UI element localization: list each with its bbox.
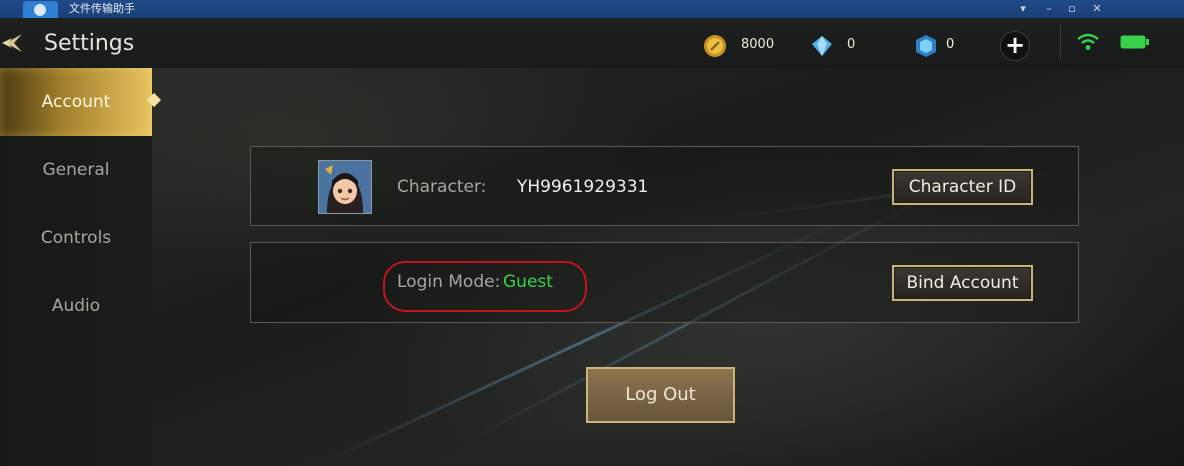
wifi-icon <box>1077 33 1099 50</box>
tab-label: Account <box>41 92 111 112</box>
diamond-icon <box>812 36 832 56</box>
window-titlebar: 文件传输助手 ▾ – ▫ ✕ <box>0 0 1184 18</box>
window-title: 文件传输助手 <box>69 2 135 15</box>
login-panel: Login Mode: Guest Bind Account <box>250 242 1079 323</box>
tab-account[interactable]: Account <box>0 68 152 136</box>
character-label: Character: <box>397 177 487 197</box>
gold-amount: 8000 <box>741 37 775 52</box>
logout-button-label: Log Out <box>625 384 696 405</box>
character-panel: Character: YH9961929331 Character ID <box>250 146 1079 226</box>
tab-label: Controls <box>40 228 112 248</box>
bind-account-button-label: Bind Account <box>906 273 1019 293</box>
close-icon[interactable]: ✕ <box>1088 1 1106 17</box>
top-bar: Settings 8000 0 0 + <box>0 18 1184 68</box>
gold-coin-icon <box>704 35 726 57</box>
character-avatar <box>318 160 372 214</box>
divider <box>1060 24 1061 60</box>
tab-general[interactable]: General <box>0 136 152 204</box>
logout-button[interactable]: Log Out <box>586 367 735 423</box>
highlight-circle <box>383 261 587 312</box>
minimize-icon[interactable]: – <box>1040 1 1058 17</box>
game-screen: Settings 8000 0 0 + Account General Cont… <box>0 18 1184 466</box>
app-icon <box>23 1 58 18</box>
battery-icon <box>1120 35 1149 49</box>
top-up-button[interactable]: + <box>1000 31 1030 61</box>
dropdown-icon[interactable]: ▾ <box>1014 1 1032 17</box>
character-id-button[interactable]: Character ID <box>892 169 1033 205</box>
tab-controls[interactable]: Controls <box>0 204 152 272</box>
character-value: YH9961929331 <box>517 177 649 197</box>
avatar-portrait-icon <box>319 161 371 213</box>
voucher-crystal-icon <box>916 35 936 57</box>
voucher-amount: 0 <box>946 37 955 52</box>
diamond-amount: 0 <box>847 37 856 52</box>
tab-audio[interactable]: Audio <box>0 272 152 340</box>
maximize-icon[interactable]: ▫ <box>1063 1 1081 17</box>
back-icon[interactable] <box>0 30 26 56</box>
settings-sidebar: Account General Controls Audio <box>0 68 152 466</box>
tab-label: Audio <box>51 296 101 316</box>
tab-label: General <box>42 160 110 180</box>
character-id-button-label: Character ID <box>908 177 1017 197</box>
page-title: Settings <box>44 31 135 56</box>
bind-account-button[interactable]: Bind Account <box>892 265 1033 301</box>
